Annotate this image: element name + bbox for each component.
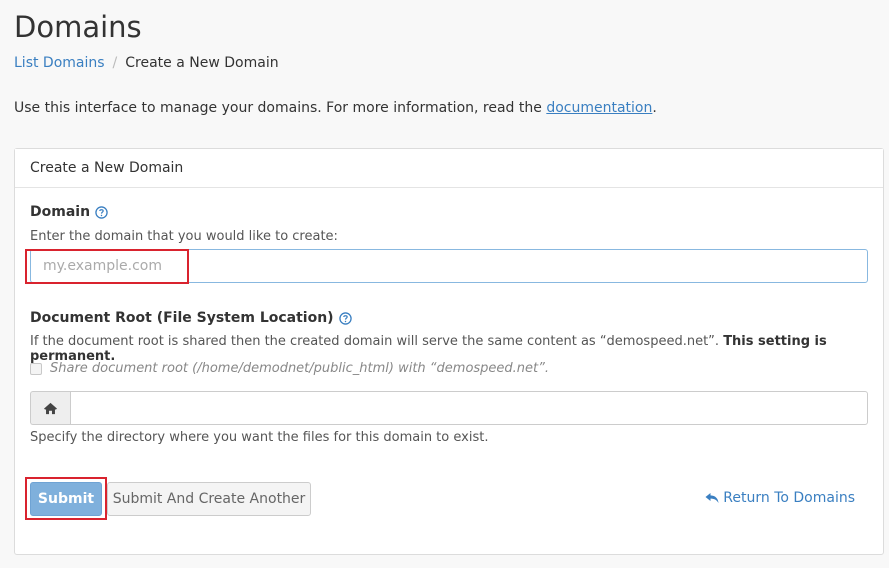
panel-heading: Create a New Domain (15, 149, 883, 188)
intro-text-body: Use this interface to manage your domain… (14, 100, 547, 116)
intro-text-suffix: . (652, 100, 657, 116)
home-addon (30, 391, 70, 425)
document-root-hint: Specify the directory where you want the… (30, 430, 489, 445)
domain-label: Domain (30, 204, 108, 220)
intro-text: Use this interface to manage your domain… (14, 100, 657, 116)
return-to-domains-label[interactable]: Return To Domains (723, 490, 855, 506)
document-root-input-group (30, 391, 868, 425)
share-docroot-label[interactable]: Share document root (/home/demodnet/publ… (50, 361, 549, 376)
document-root-input[interactable] (70, 391, 868, 425)
document-root-label-text: Document Root (File System Location) (30, 310, 334, 326)
document-root-help-body: If the document root is shared then the … (30, 334, 720, 349)
domain-label-text: Domain (30, 204, 91, 220)
document-root-label: Document Root (File System Location) (30, 310, 352, 326)
documentation-link[interactable]: documentation (546, 100, 652, 116)
question-circle-icon[interactable] (95, 205, 108, 219)
question-circle-icon[interactable] (338, 311, 352, 325)
page-title: Domains (14, 10, 142, 44)
create-domain-panel: Create a New Domain Domain Enter the dom… (14, 148, 884, 555)
domain-help-text: Enter the domain that you would like to … (30, 229, 338, 244)
breadcrumb: List Domains / Create a New Domain (14, 55, 279, 71)
share-docroot-checkbox[interactable] (30, 362, 42, 375)
submit-and-create-another-button[interactable]: Submit And Create Another (107, 482, 311, 516)
breadcrumb-list-domains-link[interactable]: List Domains (14, 55, 105, 71)
submit-button[interactable]: Submit (30, 482, 102, 516)
reply-arrow-icon (705, 493, 719, 503)
home-icon (44, 402, 57, 414)
document-root-help-text: If the document root is shared then the … (30, 334, 883, 364)
domain-input[interactable] (30, 249, 868, 283)
breadcrumb-separator: / (112, 55, 118, 71)
share-docroot-row: Share document root (/home/demodnet/publ… (30, 361, 549, 376)
breadcrumb-current: Create a New Domain (125, 55, 279, 71)
return-to-domains-link[interactable]: Return To Domains (705, 490, 855, 506)
